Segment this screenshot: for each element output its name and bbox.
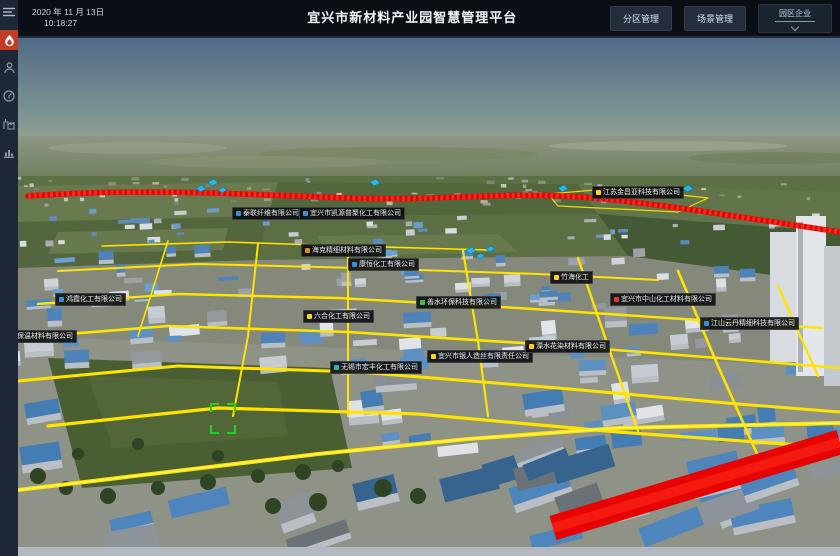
company-name: 康恒化工有限公司 — [359, 259, 415, 270]
map-poi-label[interactable]: 江山云丹精细科技有限公司 — [700, 317, 799, 330]
current-date: 2020 年 11 月 13日 — [32, 7, 104, 18]
map-poi-label[interactable]: 六合化工有限公司 — [303, 310, 374, 323]
map-poi-label[interactable]: 海克精细材料有限公司 — [301, 244, 386, 257]
hamburger-menu-icon[interactable] — [0, 2, 18, 22]
company-name: 善水环保科技有限公司 — [427, 297, 497, 308]
company-name: 宜兴市银人造丝有限责任公司 — [438, 351, 529, 362]
header-actions: 分区管理 场景管理 园区企业 — [610, 0, 832, 36]
person-icon[interactable] — [0, 58, 18, 78]
map-poi-label[interactable]: 宜兴市凯源普聚化工有限公司 — [299, 207, 405, 220]
map-3d-viewport[interactable]: 泰联纤维有限公司宜兴市凯源普聚化工有限公司海克精细材料有限公司康恒化工有限公司江… — [18, 36, 840, 556]
datetime-display: 2020 年 11 月 13日 10:18:27 — [32, 0, 104, 36]
company-marker-icon — [704, 321, 709, 326]
company-marker-icon — [303, 211, 308, 216]
company-name: 六合化工有限公司 — [314, 311, 370, 322]
company-marker-icon — [614, 297, 619, 302]
company-marker-icon — [236, 211, 241, 216]
company-marker-icon — [596, 190, 601, 195]
map-poi-label[interactable]: 泰联纤维有限公司 — [232, 207, 303, 220]
company-name: 泰联纤维有限公司 — [243, 208, 299, 219]
company-marker-icon — [334, 365, 339, 370]
zone-management-button[interactable]: 分区管理 — [610, 6, 672, 31]
flame-icon[interactable] — [0, 30, 18, 50]
park-enterprise-dropdown[interactable]: 园区企业 — [758, 4, 832, 33]
page-title: 宜兴市新材料产业园智慧管理平台 — [307, 0, 517, 36]
map-poi-label[interactable]: 竹海化工 — [550, 271, 593, 284]
scene-management-button[interactable]: 场景管理 — [684, 6, 746, 31]
factory-icon[interactable] — [0, 114, 18, 134]
company-marker-icon — [59, 297, 64, 302]
current-time: 10:18:27 — [32, 18, 104, 29]
gauge-icon[interactable] — [0, 86, 18, 106]
top-bar: 2020 年 11 月 13日 10:18:27 宜兴市新材料产业园智慧管理平台… — [18, 0, 840, 36]
company-marker-icon — [420, 300, 425, 305]
company-name: 江山云丹精细科技有限公司 — [711, 318, 795, 329]
map-poi-label[interactable]: 康恒化工有限公司 — [348, 258, 419, 271]
map-poi-label[interactable]: 兴达保温材料有限公司 — [18, 330, 77, 343]
left-toolbar — [0, 0, 18, 556]
company-name: 宜兴市凯源普聚化工有限公司 — [310, 208, 401, 219]
app-window: 2020 年 11 月 13日 10:18:27 宜兴市新材料产业园智慧管理平台… — [0, 0, 840, 556]
map-poi-label[interactable]: 无锡市宏丰化工有限公司 — [330, 361, 422, 374]
company-marker-icon — [554, 275, 559, 280]
company-name: 鸿霞化工有限公司 — [66, 294, 122, 305]
company-marker-icon — [307, 314, 312, 319]
company-marker-icon — [431, 354, 436, 359]
map-poi-label[interactable]: 鸿霞化工有限公司 — [55, 293, 126, 306]
company-name: 无锡市宏丰化工有限公司 — [341, 362, 418, 373]
map-poi-label[interactable]: 江苏金昌亚科技有限公司 — [592, 186, 684, 199]
bar-chart-icon[interactable] — [0, 142, 18, 162]
company-name: 竹海化工 — [561, 272, 589, 283]
company-marker-icon — [352, 262, 357, 267]
map-poi-label[interactable]: 宜兴市中山化工材料有限公司 — [610, 293, 716, 306]
map-poi-label[interactable]: 溧水花染材料有限公司 — [525, 340, 610, 353]
chevron-down-icon — [791, 22, 799, 30]
map-label-layer: 泰联纤维有限公司宜兴市凯源普聚化工有限公司海克精细材料有限公司康恒化工有限公司江… — [18, 36, 840, 556]
company-name: 兴达保温材料有限公司 — [18, 331, 73, 342]
map-poi-label[interactable]: 宜兴市银人造丝有限责任公司 — [427, 350, 533, 363]
company-marker-icon — [305, 248, 310, 253]
dropdown-label: 园区企业 — [775, 8, 815, 22]
company-name: 江苏金昌亚科技有限公司 — [603, 187, 680, 198]
company-marker-icon — [529, 344, 534, 349]
company-name: 溧水花染材料有限公司 — [536, 341, 606, 352]
company-name: 宜兴市中山化工材料有限公司 — [621, 294, 712, 305]
company-name: 海克精细材料有限公司 — [312, 245, 382, 256]
map-poi-label[interactable]: 善水环保科技有限公司 — [416, 296, 501, 309]
